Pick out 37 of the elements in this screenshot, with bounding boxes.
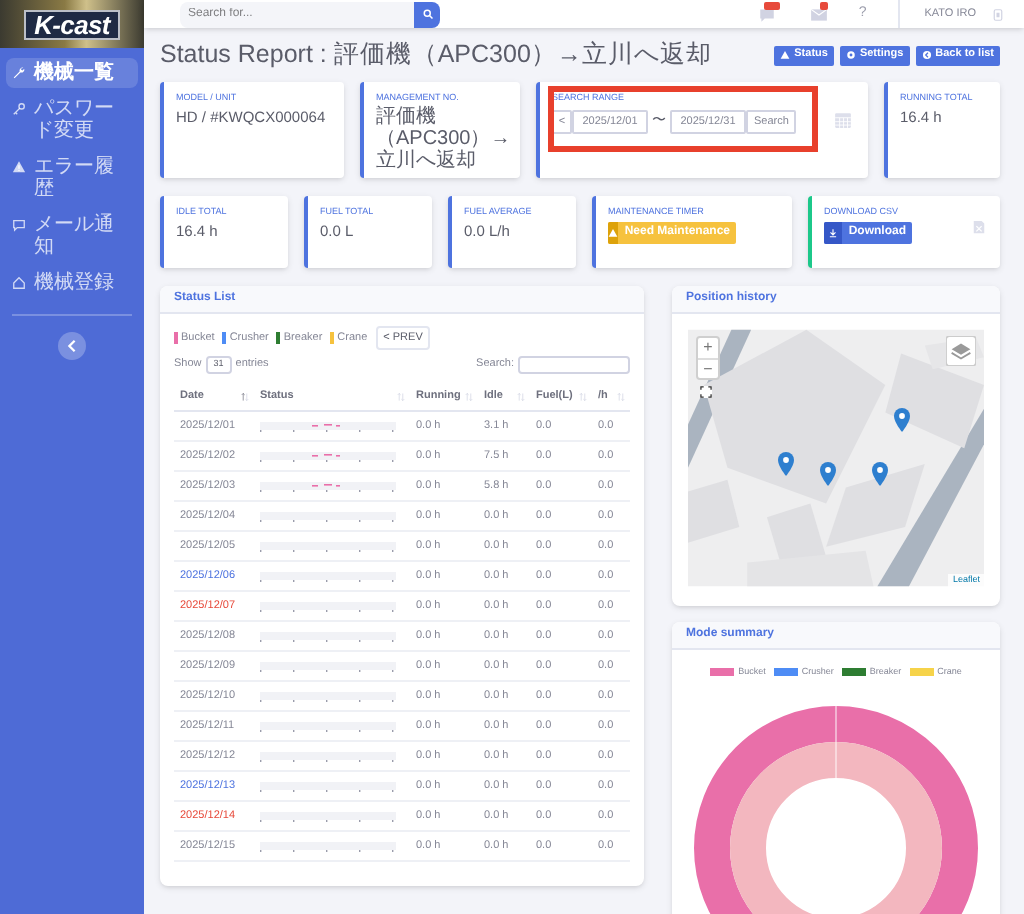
collapse-sidebar-icon[interactable] bbox=[58, 332, 86, 360]
map-marker-icon[interactable] bbox=[894, 408, 910, 432]
zoom-out-button[interactable]: − bbox=[698, 358, 718, 378]
sidebar-item[interactable]: 機械登録 bbox=[6, 268, 138, 298]
search-button[interactable] bbox=[414, 1, 440, 27]
layers-icon[interactable] bbox=[946, 336, 976, 366]
sidebar-item[interactable]: メール通知 bbox=[6, 210, 138, 262]
home-icon bbox=[12, 276, 26, 290]
key-icon bbox=[12, 102, 26, 116]
spreadsheet-file-icon bbox=[972, 218, 986, 236]
sidebar-item[interactable]: エラー履歴 bbox=[6, 152, 138, 204]
map-marker-icon[interactable] bbox=[778, 452, 794, 476]
back-arrow-icon bbox=[921, 50, 932, 60]
zoom-in-button[interactable]: + bbox=[698, 338, 718, 358]
sidebar-item[interactable]: 機械一覧 bbox=[6, 58, 138, 88]
logo[interactable]: K-cast bbox=[24, 9, 120, 39]
sidebar-item[interactable]: パスワード変更 bbox=[6, 94, 138, 146]
warning-icon bbox=[780, 50, 791, 60]
notification-badge bbox=[820, 2, 829, 10]
envelope-icon[interactable] bbox=[810, 6, 829, 24]
sort-icon[interactable] bbox=[240, 392, 250, 402]
chat-icon[interactable] bbox=[758, 6, 777, 24]
card-value: 評価機（APC300）→立川へ返却 bbox=[376, 106, 512, 172]
map-marker-icon[interactable] bbox=[820, 462, 836, 486]
page-title: Status Report : 評価機（APC300）→立川へ返却 bbox=[160, 38, 712, 73]
calendar-icon bbox=[834, 110, 852, 130]
search-icon bbox=[421, 8, 433, 20]
fullscreen-icon[interactable] bbox=[700, 386, 712, 398]
wrench-icon bbox=[12, 66, 26, 80]
warning-icon bbox=[608, 228, 619, 238]
notification-badge bbox=[764, 2, 781, 10]
gear-icon bbox=[845, 50, 856, 60]
warning-icon bbox=[12, 160, 26, 174]
chat-icon bbox=[12, 218, 26, 232]
table-search-field[interactable] bbox=[518, 356, 630, 374]
download-icon bbox=[828, 228, 839, 238]
map-marker-icon[interactable] bbox=[872, 462, 888, 486]
